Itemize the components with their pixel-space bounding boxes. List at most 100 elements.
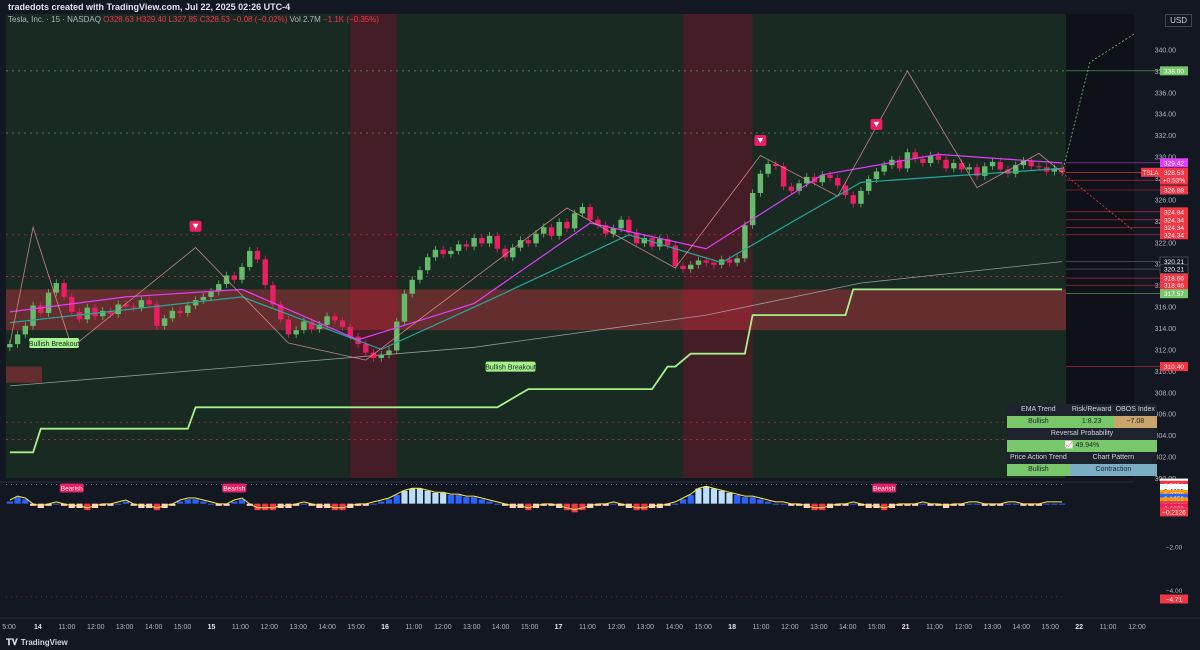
candle-body — [14, 334, 21, 345]
oscillator-bar — [53, 503, 60, 505]
candle-body — [448, 250, 454, 255]
price-tick-label: 316.00 — [1155, 305, 1177, 312]
time-tick-label: 13:00 — [810, 624, 828, 631]
time-tick-label: 11:00 — [58, 624, 75, 631]
oscillator-bar — [1004, 503, 1012, 505]
candle-body — [989, 161, 996, 167]
candle-body — [409, 279, 415, 294]
chart-pattern-header: Chart Pattern — [1069, 452, 1157, 464]
time-tick-label: 12:00 — [87, 624, 105, 631]
breakout-label-text: Bullish Breakout — [29, 341, 80, 348]
candle-body — [231, 275, 237, 280]
candle-body — [92, 307, 98, 317]
currency-button[interactable]: USD — [1165, 14, 1192, 27]
oscillator-bar — [765, 501, 772, 504]
candle-body — [1028, 160, 1034, 167]
oscillator-bar — [672, 503, 679, 505]
ema-trend-header: EMA Trend — [1007, 404, 1070, 416]
candle-body — [463, 244, 470, 247]
candle-body — [943, 159, 949, 169]
time-tick-label: 16 — [381, 624, 389, 631]
symbol-name[interactable]: Tesla, Inc. · 15 · NASDAQ — [8, 15, 101, 24]
oscillator-bar — [385, 499, 393, 504]
oscillator-bar — [718, 490, 725, 504]
oscillator-bar — [1051, 503, 1058, 505]
time-tick-label: 15 — [208, 624, 216, 631]
candle-body — [827, 174, 833, 178]
signal-table: EMA Trend Risk/Reward OBOS Index Bullish… — [1007, 404, 1157, 476]
price-badge-label: 326.88 — [1164, 188, 1184, 195]
candle-body — [285, 319, 292, 335]
price-badge-label: 320.21 — [1164, 267, 1184, 274]
oscillator-bar — [471, 497, 478, 504]
time-tick-label: 12:00 — [781, 624, 799, 631]
time-tick-label: 12:00 — [608, 624, 626, 631]
oscillator-bar — [741, 497, 748, 504]
candle-body — [1036, 166, 1042, 168]
oscillator-bar — [772, 503, 779, 505]
candle-body — [541, 227, 547, 234]
oscillator-bar — [850, 503, 857, 505]
time-tick-label: 15:00 — [868, 624, 886, 631]
candle-body — [61, 283, 67, 297]
candle-body — [432, 249, 439, 258]
oscillator-bar — [966, 503, 973, 505]
candle-body — [440, 249, 446, 255]
candle-body — [177, 310, 183, 313]
oscillator-bar — [6, 501, 13, 504]
oscillator-bar — [695, 488, 702, 504]
candle-body — [53, 283, 59, 293]
candle-body — [169, 310, 176, 319]
time-tick-label: 22 — [1075, 624, 1083, 631]
price-tick-label: 322.00 — [1155, 240, 1177, 247]
oscillator-bar — [424, 490, 431, 504]
candle-body — [711, 262, 717, 265]
time-tick-label: 11:00 — [926, 624, 943, 631]
price-axis-bg — [1134, 0, 1200, 650]
candle-body — [858, 190, 864, 204]
time-tick-label: 13:00 — [116, 624, 134, 631]
candle-body — [951, 163, 957, 169]
oscillator-bar — [1043, 503, 1050, 505]
time-tick-label: 15:00 — [521, 624, 539, 631]
oscillator-bar — [973, 503, 981, 505]
candle-body — [688, 264, 694, 270]
candle-body — [657, 239, 663, 247]
price-tick-label: 340.00 — [1155, 47, 1177, 54]
oscillator-bar — [710, 488, 718, 504]
high-value: H329.40 — [136, 15, 167, 24]
candle-body — [7, 344, 13, 348]
candle-body — [920, 158, 926, 163]
risk-reward-value: 1:8.23 — [1069, 416, 1114, 428]
candle-body — [958, 163, 965, 170]
candle-body — [997, 161, 1003, 170]
candle-body — [865, 179, 872, 191]
candle-body — [154, 304, 160, 326]
symbol-legend[interactable]: Tesla, Inc. · 15 · NASDAQ O328.63 H329.4… — [8, 15, 379, 24]
oscillator-bar — [486, 501, 493, 504]
oscillator-bar — [1012, 503, 1019, 505]
oscillator-bar — [463, 497, 470, 504]
small-zone — [6, 366, 42, 383]
oscillator-bar — [416, 488, 424, 504]
price-action-value: Bullish — [1007, 464, 1070, 476]
osc-tick-label: −2.00 — [1166, 545, 1183, 552]
time-axis-bg — [0, 614, 1200, 650]
oscillator-bar — [231, 501, 238, 504]
time-tick-label: 11:00 — [579, 624, 596, 631]
oscillator-bar — [192, 499, 199, 504]
oscillator-bar — [478, 499, 485, 504]
oscillator-bar — [200, 501, 207, 504]
candle-body — [533, 233, 539, 244]
chart-canvas[interactable]: Bullish Breakout Bullish Breakout 340.00 33… — [0, 0, 1200, 650]
candle-body — [548, 227, 555, 236]
price-badge-label: 324.34 — [1164, 232, 1184, 239]
oscillator-bar — [726, 492, 733, 504]
price-badge-label: +0.53% — [1163, 178, 1185, 185]
oscillator-bar — [115, 503, 122, 505]
tradingview-brand[interactable]: 𝐓𝐕 TradingView — [6, 637, 68, 648]
oscillator-bar — [14, 497, 21, 504]
brand-label: TradingView — [20, 638, 68, 647]
time-tick-label: 11:00 — [1100, 624, 1117, 631]
oscillator-bar — [919, 503, 926, 505]
